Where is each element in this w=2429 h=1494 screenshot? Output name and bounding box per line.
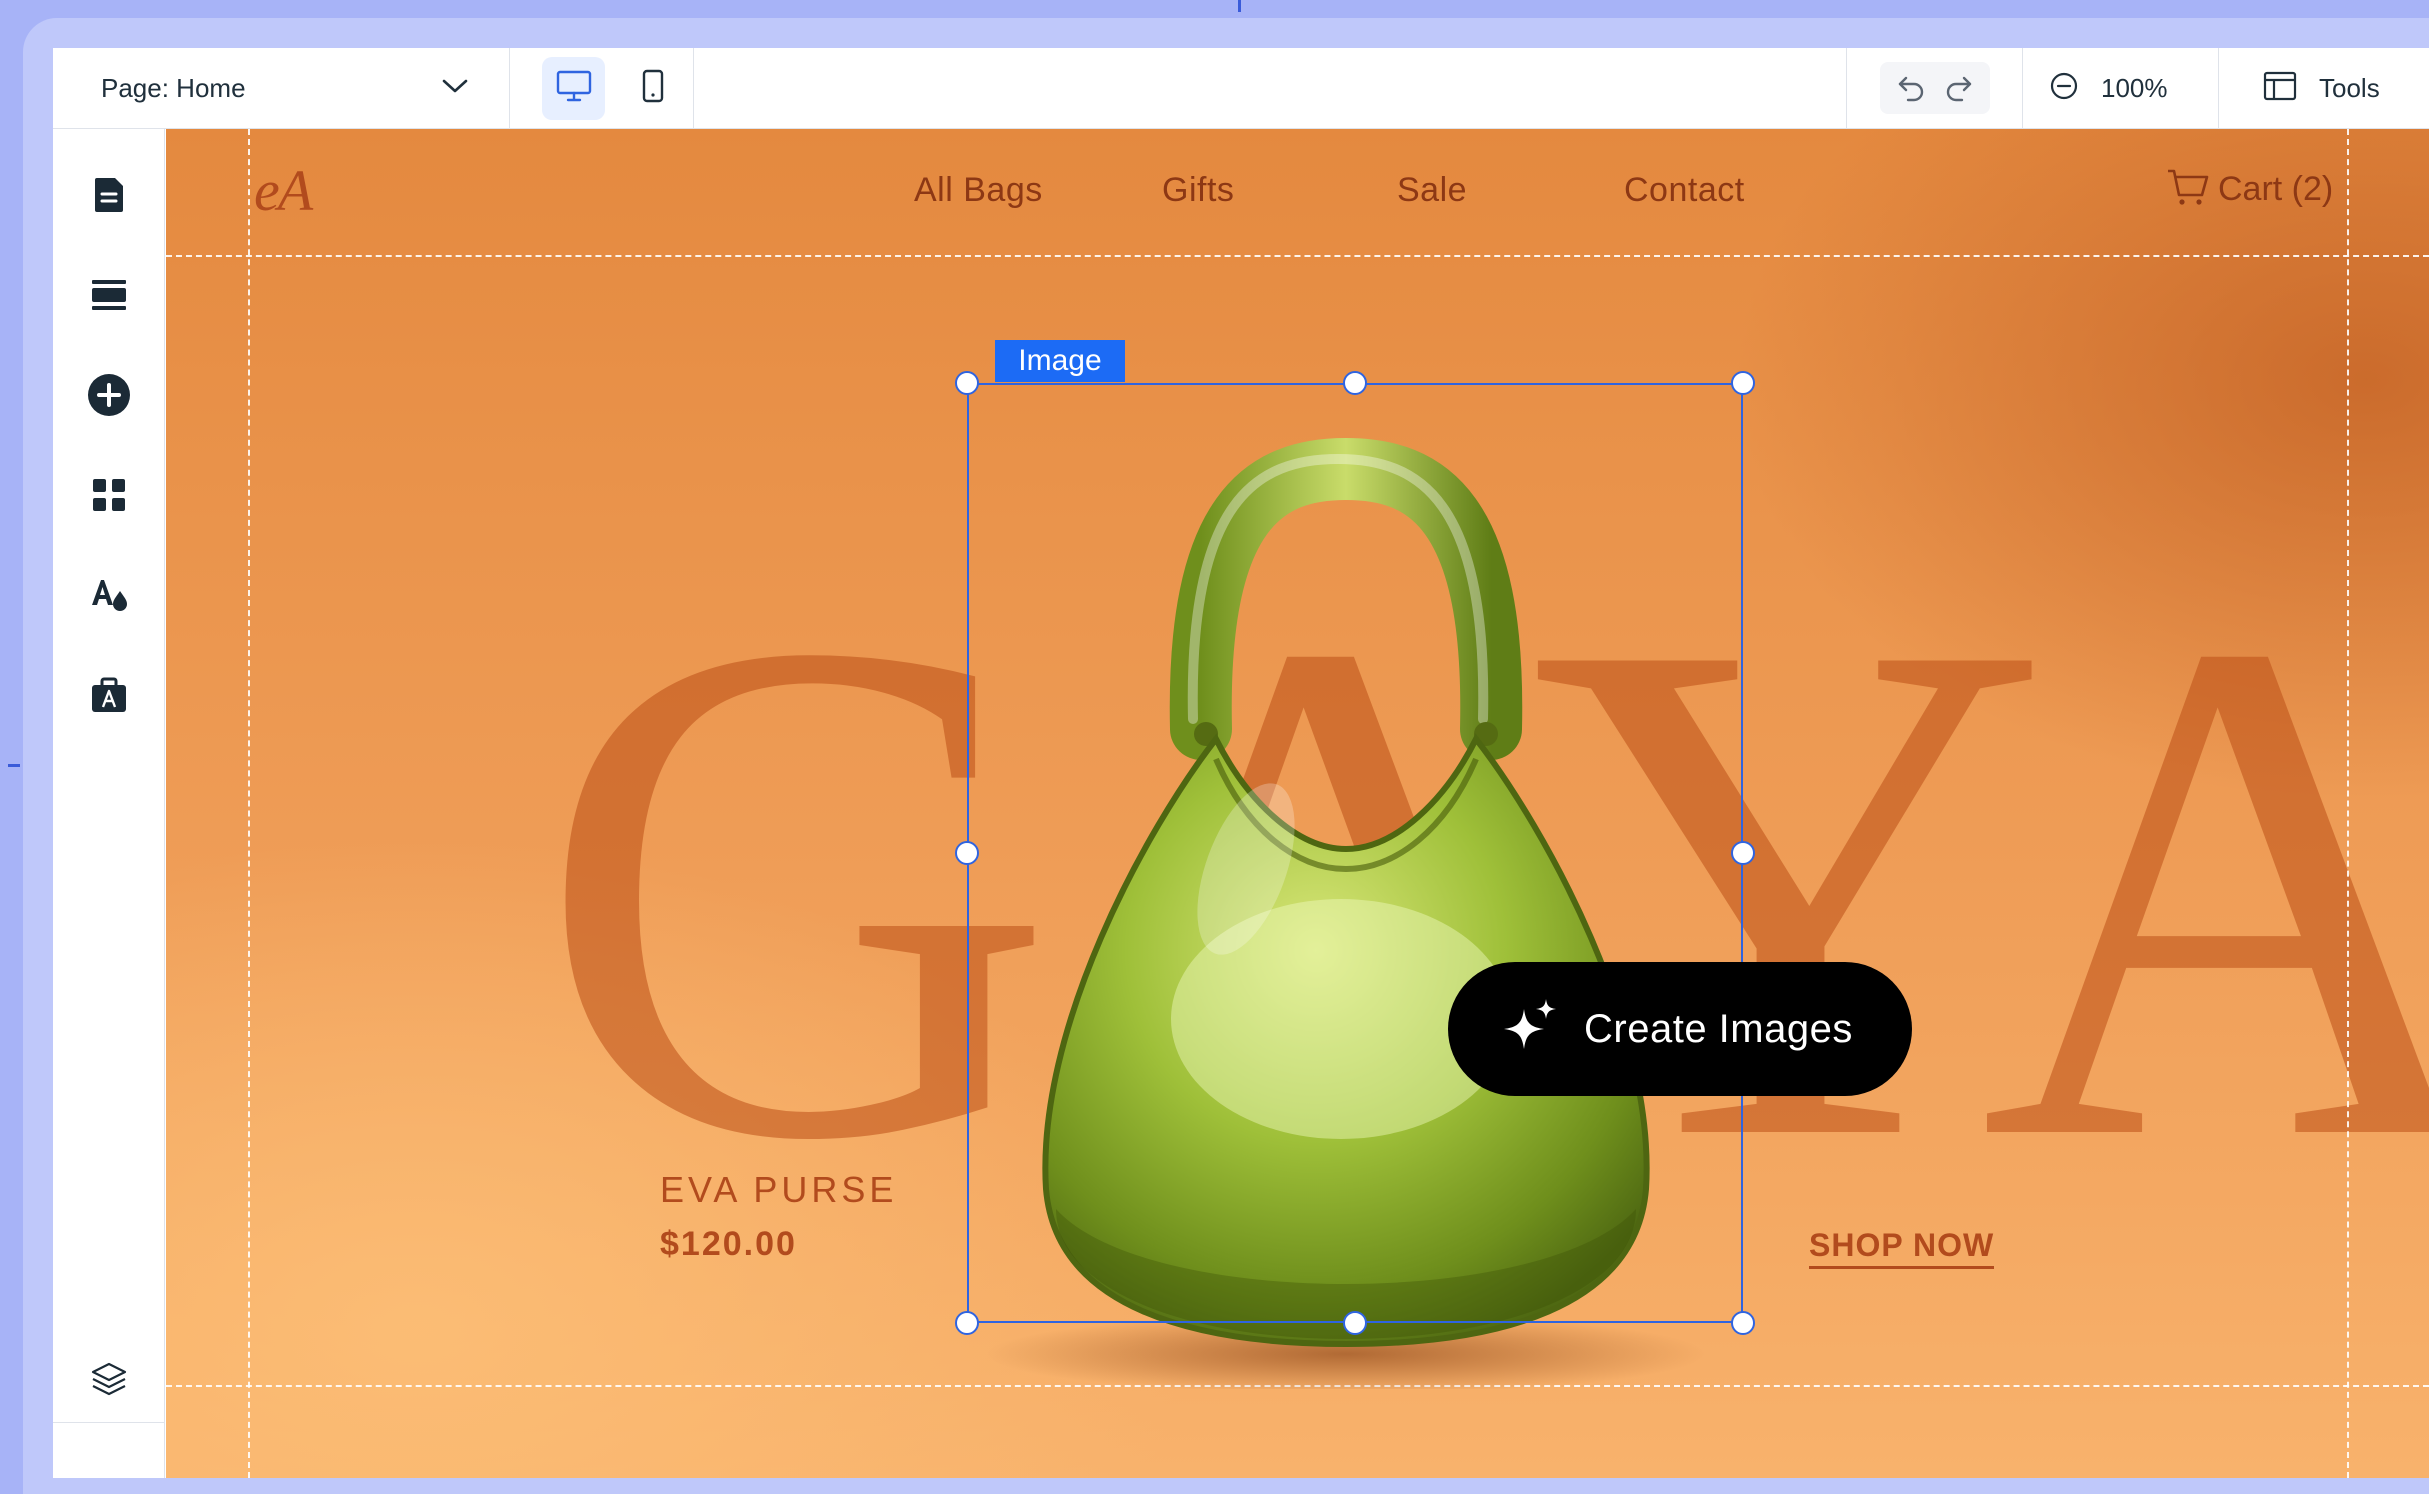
resize-handle-top-right[interactable] (1731, 371, 1755, 395)
resize-handle-bottom[interactable] (1343, 1311, 1367, 1335)
undo-button[interactable] (1888, 68, 1934, 108)
page-icon (95, 178, 123, 212)
shop-now-link[interactable]: SHOP NOW (1809, 1227, 1995, 1269)
desktop-icon (556, 69, 592, 108)
device-switcher (510, 48, 694, 128)
top-toolbar: Page: Home 100% Tools (53, 48, 2429, 129)
sections-button[interactable] (81, 267, 137, 323)
undo-icon (1898, 76, 1923, 102)
add-elements-button[interactable] (81, 367, 137, 423)
create-images-label: Create Images (1584, 1006, 1853, 1051)
selection-label: Image (995, 340, 1125, 382)
zoom-level: 100% (2101, 72, 2168, 103)
nav-all-bags[interactable]: All Bags (914, 171, 1043, 210)
mobile-icon (642, 69, 664, 108)
layers-button[interactable] (81, 1351, 137, 1407)
resize-handle-left[interactable] (955, 841, 979, 865)
editor-window: Page: Home 100% Tools eA All Bags Gifts … (53, 48, 2429, 1478)
business-tools-button[interactable] (81, 667, 137, 723)
cart-link[interactable]: Cart (2) (2166, 167, 2333, 212)
layers-icon (91, 1362, 127, 1396)
pages-button[interactable] (81, 167, 137, 223)
nav-contact[interactable]: Contact (1624, 171, 1745, 210)
resize-handle-top[interactable] (1343, 371, 1367, 395)
tools-label: Tools (2319, 72, 2380, 103)
redo-icon (1946, 76, 1971, 102)
image-selection-box (967, 383, 1743, 1323)
desktop-view-button[interactable] (542, 56, 605, 120)
sparkle-icon (1500, 997, 1560, 1062)
briefcase-icon (92, 677, 126, 712)
page-selector-label: Page: Home (101, 72, 246, 103)
product-name: EVA PURSE (660, 1169, 898, 1210)
resize-handle-top-left[interactable] (955, 371, 979, 395)
resize-handle-bottom-left[interactable] (955, 1311, 979, 1335)
zoom-out-icon[interactable] (2049, 71, 2079, 106)
resize-handle-right[interactable] (1731, 841, 1755, 865)
header-guide-line (166, 255, 2429, 257)
mobile-view-button[interactable] (621, 57, 684, 120)
sections-icon (92, 280, 126, 310)
apps-button[interactable] (81, 467, 137, 523)
left-sidebar (53, 129, 165, 1478)
tools-icon (2263, 71, 2297, 106)
resize-handle-bottom-right[interactable] (1731, 1311, 1755, 1335)
undo-redo-buttons (1879, 62, 1990, 114)
page-selector[interactable]: Page: Home (53, 48, 510, 128)
theme-button[interactable] (81, 567, 137, 623)
plus-circle-icon (88, 374, 130, 416)
cart-icon (2166, 167, 2210, 212)
product-price: $120.00 (660, 1225, 797, 1263)
undo-redo-group (1846, 48, 2023, 128)
cart-label: Cart (2) (2218, 170, 2334, 208)
left-ruler-marker (8, 764, 20, 767)
nav-gifts[interactable]: Gifts (1162, 171, 1234, 210)
create-images-button[interactable]: Create Images (1448, 962, 1912, 1096)
left-guide-line (248, 129, 250, 1478)
tools-button[interactable]: Tools (2219, 48, 2429, 128)
site-canvas[interactable]: GAYA eA All Bags Gifts Sale Contact Cart… (166, 129, 2429, 1478)
chevron-down-icon (441, 77, 469, 100)
theme-icon (92, 580, 127, 611)
nav-sale[interactable]: Sale (1397, 171, 1467, 210)
top-ruler-marker (1238, 0, 1241, 12)
apps-grid-icon (93, 479, 125, 511)
site-logo[interactable]: eA (254, 157, 313, 224)
zoom-control[interactable]: 100% (2023, 48, 2219, 128)
redo-button[interactable] (1936, 68, 1982, 108)
sidebar-divider (53, 1422, 165, 1423)
right-guide-line (2347, 129, 2349, 1478)
